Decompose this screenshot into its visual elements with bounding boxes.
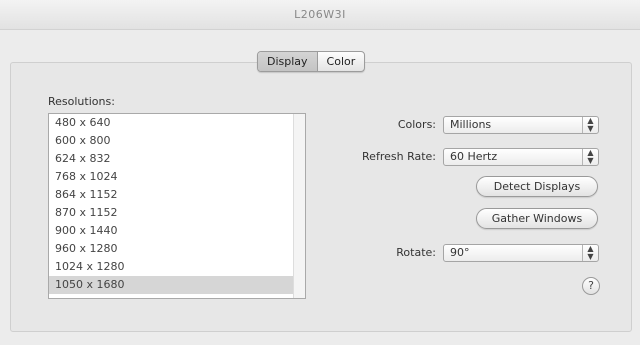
rotate-label: Rotate: xyxy=(396,246,436,259)
up-down-arrows-icon: ▲ ▼ xyxy=(582,245,598,261)
resolution-item[interactable]: 600 x 800 xyxy=(49,132,305,150)
resolutions-label: Resolutions: xyxy=(48,95,115,108)
resolution-item[interactable]: 480 x 640 xyxy=(49,114,305,132)
gather-windows-button[interactable]: Gather Windows xyxy=(476,208,598,229)
help-button[interactable]: ? xyxy=(582,277,600,295)
up-down-arrows-icon: ▲ ▼ xyxy=(582,149,598,165)
resolution-item[interactable]: 768 x 1024 xyxy=(49,168,305,186)
resolution-item[interactable]: 900 x 1440 xyxy=(49,222,305,240)
display-preferences-window: L206W3I Display Color Resolutions: 480 x… xyxy=(0,0,640,345)
resolution-item[interactable]: 1024 x 1280 xyxy=(49,258,305,276)
up-down-arrows-icon: ▲ ▼ xyxy=(582,117,598,133)
tab-bar: Display Color xyxy=(257,51,366,72)
resolutions-list[interactable]: 480 x 640 600 x 800 624 x 832 768 x 1024… xyxy=(48,113,306,299)
colors-popup[interactable]: Millions ▲ ▼ xyxy=(443,116,599,134)
question-mark-icon: ? xyxy=(588,279,594,292)
tab-color[interactable]: Color xyxy=(318,52,365,71)
colors-value: Millions xyxy=(450,118,492,131)
refresh-rate-label: Refresh Rate: xyxy=(362,150,436,163)
resolution-item[interactable]: 870 x 1152 xyxy=(49,204,305,222)
list-scrollbar[interactable] xyxy=(293,114,305,298)
tab-display[interactable]: Display xyxy=(258,52,318,71)
rotate-popup[interactable]: 90° ▲ ▼ xyxy=(443,244,599,262)
rotate-value: 90° xyxy=(450,246,470,259)
window-title: L206W3I xyxy=(0,0,640,30)
resolution-item[interactable]: 960 x 1280 xyxy=(49,240,305,258)
resolution-item[interactable]: 624 x 832 xyxy=(49,150,305,168)
colors-label: Colors: xyxy=(397,118,436,131)
resolution-item[interactable]: 864 x 1152 xyxy=(49,186,305,204)
detect-displays-button[interactable]: Detect Displays xyxy=(476,176,598,197)
refresh-rate-value: 60 Hertz xyxy=(450,150,498,163)
resolution-item-selected[interactable]: 1050 x 1680 xyxy=(49,276,305,294)
refresh-rate-popup[interactable]: 60 Hertz ▲ ▼ xyxy=(443,148,599,166)
